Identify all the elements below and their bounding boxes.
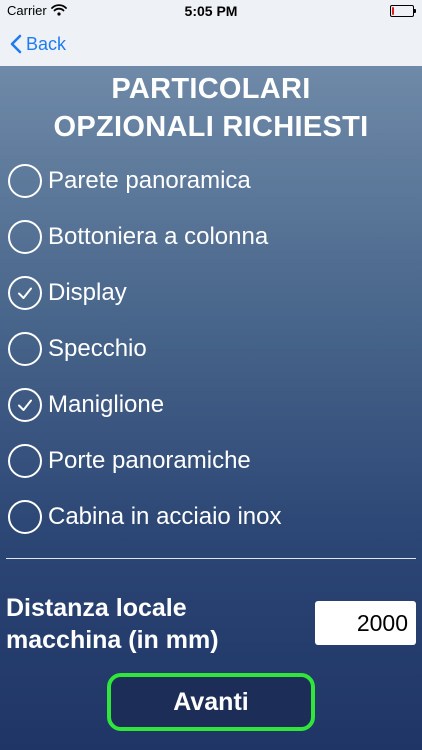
option-display[interactable]: Display — [8, 273, 127, 313]
chevron-left-icon — [10, 34, 22, 54]
navigation-bar: Back — [0, 22, 422, 66]
clock-time: 5:05 PM — [184, 3, 238, 19]
option-label: Parete panoramica — [48, 167, 251, 194]
status-bar: Carrier 5:05 PM — [0, 0, 422, 22]
distance-input[interactable] — [315, 601, 416, 645]
radio-button[interactable] — [8, 164, 42, 198]
radio-button[interactable] — [8, 500, 42, 534]
distance-label-line2: macchina (in mm) — [6, 626, 219, 654]
option-label: Bottoniera a colonna — [48, 223, 269, 250]
page-title: PARTICOLARI OPZIONALI RICHIESTI — [0, 70, 422, 146]
battery-level — [392, 7, 394, 15]
divider — [6, 558, 416, 559]
radio-button[interactable] — [8, 276, 42, 310]
option-label: Cabina in acciaio inox — [48, 503, 282, 530]
option-label: Porte panoramiche — [48, 447, 251, 474]
option-specchio[interactable]: Specchio — [8, 329, 147, 369]
next-button[interactable]: Avanti — [107, 673, 315, 731]
option-maniglione[interactable]: Maniglione — [8, 385, 164, 425]
back-button-label: Back — [26, 33, 67, 54]
distance-label: Distanza locale macchina (in mm) — [6, 592, 276, 656]
radio-button[interactable] — [8, 444, 42, 478]
page-title-line2: OPZIONALI RICHIESTI — [53, 111, 369, 143]
option-label: Maniglione — [48, 391, 165, 418]
radio-button[interactable] — [8, 388, 42, 422]
distance-label-line1: Distanza locale — [6, 594, 187, 622]
main-content: PARTICOLARI OPZIONALI RICHIESTI Parete p… — [0, 66, 422, 750]
checkmark-icon — [18, 399, 32, 411]
page-title-line1: PARTICOLARI — [111, 73, 311, 105]
radio-button[interactable] — [8, 220, 42, 254]
checkmark-icon — [18, 287, 32, 299]
back-button[interactable]: Back — [10, 32, 66, 56]
option-label: Specchio — [48, 335, 147, 362]
option-parete-panoramica[interactable]: Parete panoramica — [8, 161, 251, 201]
option-label: Display — [48, 279, 127, 306]
screen: Carrier 5:05 PM Back PARTICOLARI OPZIONA… — [0, 0, 422, 750]
option-porte-panoramiche[interactable]: Porte panoramiche — [8, 441, 251, 481]
option-bottoniera-a-colonna[interactable]: Bottoniera a colonna — [8, 217, 268, 257]
radio-button[interactable] — [8, 332, 42, 366]
option-cabina-in-acciaio-inox[interactable]: Cabina in acciaio inox — [8, 497, 281, 537]
battery-tip — [414, 9, 416, 13]
battery-icon — [390, 5, 416, 17]
